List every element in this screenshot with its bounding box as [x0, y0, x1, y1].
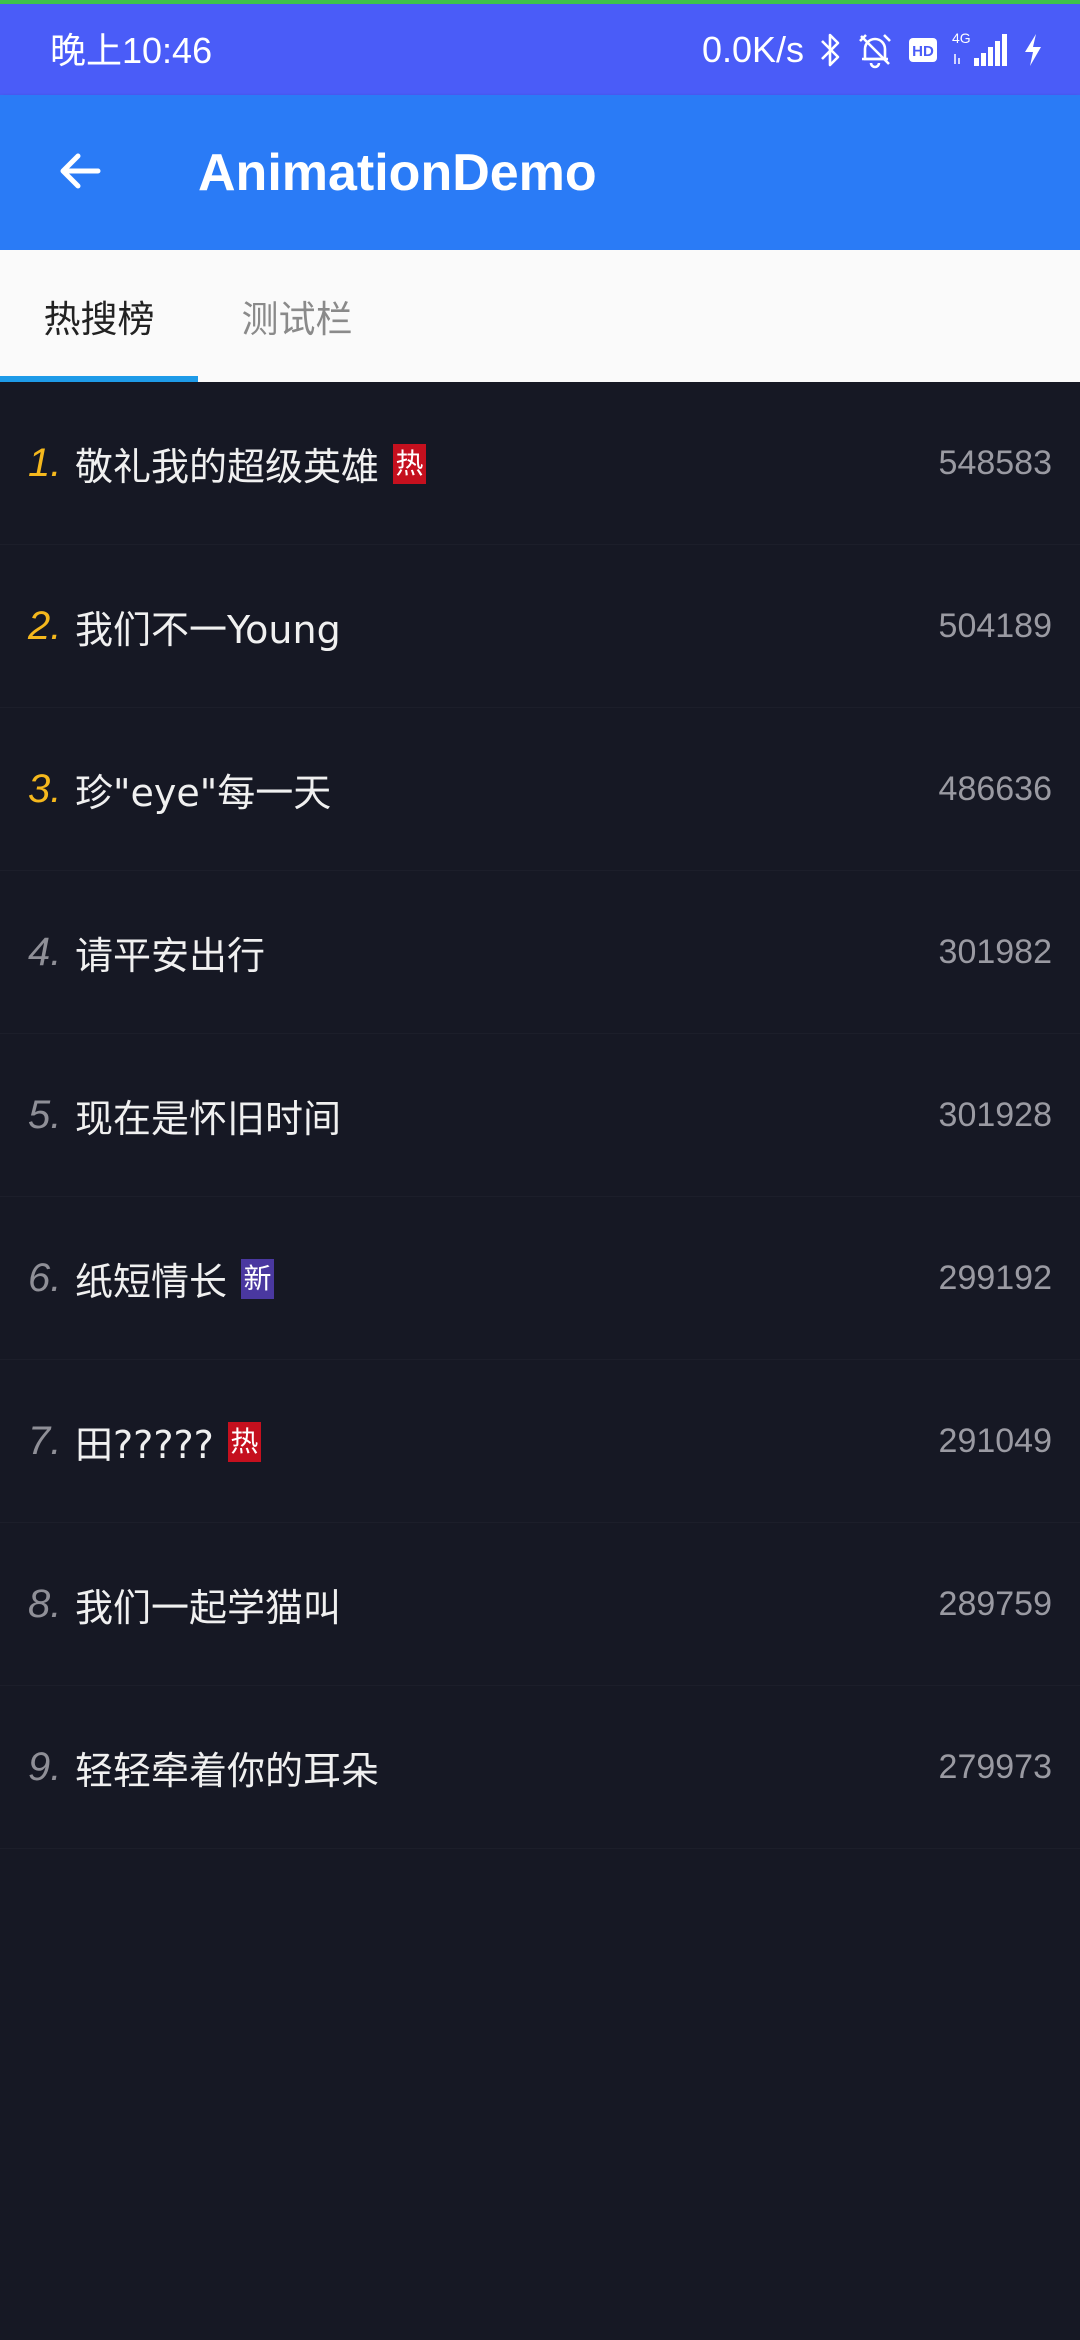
- list-item[interactable]: 6. 纸短情长 新 299192: [0, 1197, 1080, 1360]
- tab-bar: 热搜榜 测试栏: [0, 250, 1080, 382]
- tab-label: 热搜榜: [43, 298, 155, 341]
- heat-count: 486636: [938, 770, 1052, 808]
- list-item[interactable]: 4. 请平安出行 301982: [0, 871, 1080, 1034]
- signal-4g-icon: 4G: [952, 30, 1008, 70]
- item-title: 我们一起学猫叫: [75, 1523, 341, 1686]
- rank-number: 4.: [28, 930, 62, 974]
- status-bar: 晚上10:46 0.0K/s HD 4G: [0, 0, 1080, 95]
- app-screen: 晚上10:46 0.0K/s HD 4G AnimationDemo 热搜榜 测…: [0, 0, 1080, 2340]
- item-title-text: 敬礼我的超级英雄: [75, 445, 380, 489]
- list-item[interactable]: 1. 敬礼我的超级英雄 热 548583: [0, 382, 1080, 545]
- new-badge: 新: [241, 1258, 275, 1299]
- item-title: 轻轻牵着你的耳朵: [75, 1686, 379, 1849]
- heat-count: 289759: [938, 1585, 1052, 1623]
- item-title-text: 珍"eye"每一天: [75, 771, 332, 815]
- rank-number: 5.: [28, 1093, 62, 1137]
- hot-badge: 热: [393, 443, 427, 484]
- status-icons: 0.0K/s HD 4G: [702, 26, 1044, 74]
- list-item[interactable]: 2. 我们不一Young 504189: [0, 545, 1080, 708]
- item-title-text: 请平安出行: [75, 934, 266, 978]
- item-title: 我们不一Young: [75, 545, 341, 708]
- item-title-text: 现在是怀旧时间: [75, 1097, 342, 1141]
- heat-count: 279973: [938, 1748, 1052, 1786]
- tab-hot-search[interactable]: 热搜榜: [0, 250, 198, 382]
- alarm-off-icon: [856, 31, 894, 69]
- list-item[interactable]: 7. 田????? 热 291049: [0, 1360, 1080, 1523]
- item-title: 田????? 热: [75, 1360, 261, 1523]
- item-title: 现在是怀旧时间: [75, 1034, 341, 1197]
- item-title-text: 我们不一Young: [75, 608, 341, 652]
- hot-badge: 热: [227, 1421, 261, 1462]
- hd-label: HD: [912, 43, 934, 60]
- network-speed: 0.0K/s: [701, 29, 804, 70]
- rank-number: 2.: [28, 604, 62, 648]
- page-title: AnimationDemo: [198, 144, 597, 202]
- heat-count: 299192: [938, 1259, 1052, 1297]
- list-item[interactable]: 9. 轻轻牵着你的耳朵 279973: [0, 1686, 1080, 1849]
- item-title-text: 田?????: [75, 1423, 214, 1467]
- charging-icon: [1022, 32, 1044, 68]
- tab-test[interactable]: 测试栏: [198, 250, 396, 382]
- hot-search-list: 1. 敬礼我的超级英雄 热 548583 2. 我们不一Young 504189…: [0, 382, 1080, 1849]
- item-title-text: 纸短情长: [75, 1260, 228, 1304]
- item-title-text: 轻轻牵着你的耳朵: [75, 1749, 380, 1793]
- heat-count: 301982: [938, 933, 1052, 971]
- heat-count: 504189: [938, 607, 1052, 645]
- heat-count: 548583: [938, 444, 1052, 482]
- item-title: 珍"eye"每一天: [75, 708, 331, 871]
- item-title: 请平安出行: [75, 871, 265, 1034]
- hd-icon: HD: [908, 37, 938, 63]
- arrow-left-icon: [56, 147, 104, 199]
- item-title-text: 我们一起学猫叫: [75, 1586, 342, 1630]
- rank-number: 1.: [28, 441, 62, 485]
- rank-number: 7.: [28, 1419, 62, 1463]
- heat-count: 291049: [938, 1422, 1052, 1460]
- rank-number: 3.: [28, 767, 62, 811]
- list-item[interactable]: 5. 现在是怀旧时间 301928: [0, 1034, 1080, 1197]
- rank-number: 6.: [28, 1256, 62, 1300]
- app-bar: AnimationDemo: [0, 95, 1080, 250]
- item-title: 敬礼我的超级英雄 热: [75, 382, 427, 545]
- item-title: 纸短情长 新: [75, 1197, 275, 1360]
- tab-label: 测试栏: [241, 298, 353, 341]
- back-button[interactable]: [40, 133, 120, 213]
- network-label: 4G: [952, 30, 971, 46]
- list-item[interactable]: 8. 我们一起学猫叫 289759: [0, 1523, 1080, 1686]
- status-time: 晚上10:46: [50, 30, 213, 71]
- list-item[interactable]: 3. 珍"eye"每一天 486636: [0, 708, 1080, 871]
- bluetooth-icon: [818, 32, 842, 68]
- rank-number: 9.: [28, 1745, 62, 1789]
- heat-count: 301928: [938, 1096, 1052, 1134]
- rank-number: 8.: [28, 1582, 62, 1626]
